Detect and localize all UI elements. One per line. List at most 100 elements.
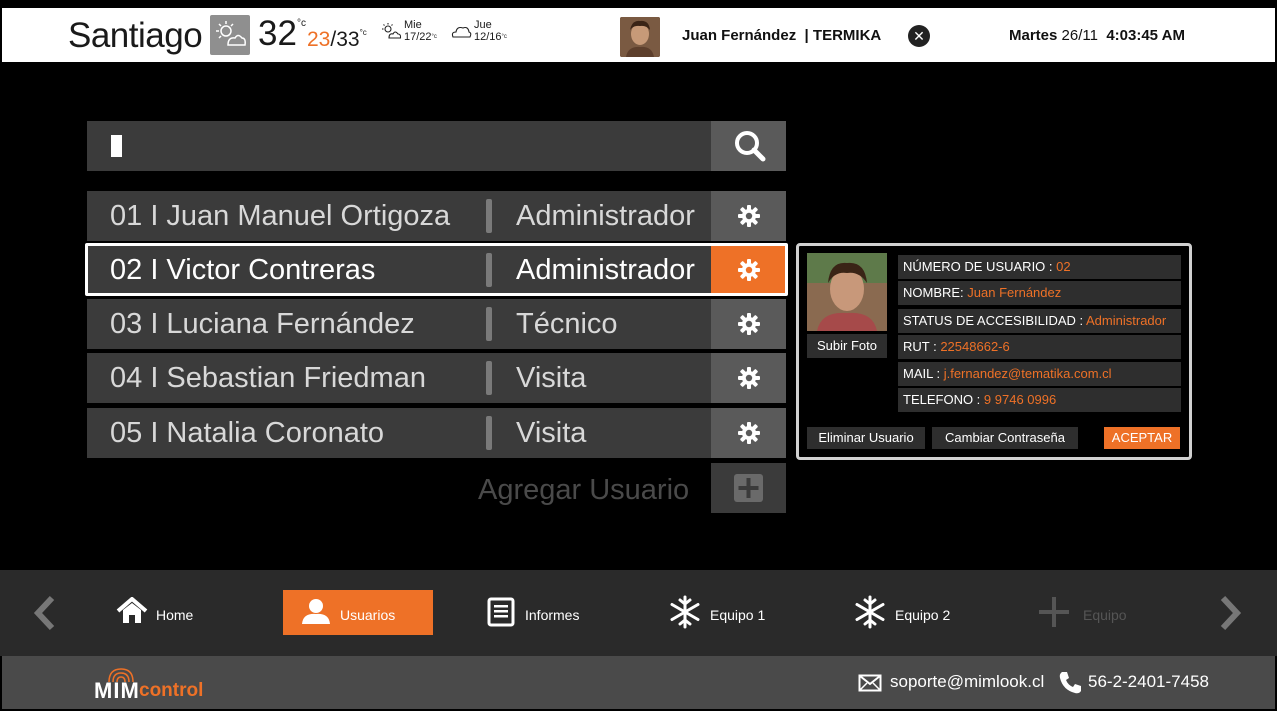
logo-mim: MIM [94,678,140,703]
user-row-label: 04 I Sebastian Friedman [110,362,426,394]
logged-user: Juan Fernández | TERMIKA [682,27,881,44]
user-row-role: Administrador [516,254,695,286]
logo-control: control [139,680,204,701]
field-user-number: NÚMERO DE USUARIO : 02 [898,255,1181,279]
brand-logo: MIM control [94,664,239,704]
user-row-05[interactable]: 05 I Natalia Coronato Visita [87,408,711,458]
add-user-button[interactable] [711,463,786,513]
cloud-icon [451,26,472,38]
date: 26/11 [1061,27,1098,44]
user-row-label: 03 I Luciana Fernández [110,308,415,340]
user-detail-panel: Subir Foto NÚMERO DE USUARIO : 02 NOMBRE… [796,243,1192,460]
plus-icon [734,474,763,502]
time: 4:03:45 AM [1106,27,1185,44]
change-password-button[interactable]: Cambiar Contraseña [932,427,1078,449]
gear-icon [738,422,760,444]
user-settings-button[interactable] [711,191,786,241]
snowflake-icon [855,595,885,629]
nav-label: Usuarios [340,607,396,623]
nav-label: Informes [525,607,580,623]
forecast-day-name: Mie [404,19,422,31]
nav-label: Home [156,607,194,623]
bottom-nav: Home Usuarios Informes Equipo 1 Equipo 2… [0,570,1277,656]
nav-equipment-1[interactable]: Equipo 1 [668,590,778,635]
divider [486,416,492,450]
forecast-range-value: 12/16 [474,31,502,43]
user-row-role: Técnico [516,308,618,340]
field-phone: TELEFONO : 9 9746 0996 [898,388,1181,412]
forecast-range-value: 17/22 [404,31,432,43]
nav-label: Equipo 1 [710,607,766,623]
close-icon[interactable]: ✕ [908,25,930,47]
gear-icon [738,367,760,389]
city-name: Santiago [68,16,203,55]
field-label: NOMBRE: [903,285,968,300]
day-label: Martes [1009,27,1058,44]
user-row-role: Administrador [516,200,695,232]
nav-reports[interactable]: Informes [484,590,594,635]
temperature-unit: °c [297,18,306,29]
user-row-04[interactable]: 04 I Sebastian Friedman Visita [87,353,711,403]
home-icon [116,597,148,623]
search-icon [735,131,766,162]
chevron-right-icon[interactable] [1215,594,1245,632]
field-label: TELEFONO : [903,392,984,407]
user-settings-button[interactable] [711,245,786,295]
user-settings-button[interactable] [711,353,786,403]
field-value: j.fernandez@tematika.com.cl [943,366,1112,381]
divider [486,253,492,287]
forecast-range: 17/22°c [404,32,437,43]
company-name: | TERMIKA [804,27,882,44]
user-row-03[interactable]: 03 I Luciana Fernández Técnico [87,299,711,349]
search-input[interactable] [87,121,711,171]
temperature-range-unit: °c [359,28,367,37]
current-temperature: 32 [258,14,297,53]
field-value: Juan Fernández [967,285,1062,300]
user-row-02[interactable]: 02 I Victor Contreras Administrador [87,245,711,295]
search-button[interactable] [711,121,786,171]
divider [486,307,492,341]
nav-home[interactable]: Home [108,590,218,635]
field-mail: MAIL : j.fernandez@tematika.com.cl [898,362,1181,386]
nav-users[interactable]: Usuarios [283,590,433,635]
field-label: RUT : [903,339,941,354]
sun-cloud-icon [210,15,250,55]
gear-icon [738,313,760,335]
field-value: Administrador [1086,313,1167,328]
user-row-01[interactable]: 01 I Juan Manuel Ortigoza Administrador [87,191,711,241]
document-icon [487,597,515,627]
user-settings-button[interactable] [711,408,786,458]
user-row-role: Visita [516,417,587,449]
field-value: 9 9746 0996 [983,392,1057,407]
mail-icon [858,674,882,692]
accept-button[interactable]: ACEPTAR [1104,427,1180,449]
plus-icon [1039,597,1069,627]
nav-add-equipment[interactable]: Equipo [1037,590,1137,635]
divider [486,361,492,395]
field-value: 02 [1056,259,1071,274]
text-cursor [111,135,122,157]
divider [486,199,492,233]
phone-icon [1059,672,1081,694]
user-row-label: 02 I Victor Contreras [110,254,376,286]
field-label: MAIL : [903,366,944,381]
delete-user-button[interactable]: Eliminar Usuario [807,427,925,449]
gear-icon [738,205,760,227]
support-phone[interactable]: 56-2-2401-7458 [1088,672,1209,692]
user-row-role: Visita [516,362,587,394]
avatar[interactable] [620,17,660,57]
upload-photo-button[interactable]: Subir Foto [807,334,887,358]
nav-label: Equipo [1083,607,1127,623]
support-email[interactable]: soporte@mimlook.cl [890,672,1044,692]
user-name: Juan Fernández [682,27,797,44]
add-user-label[interactable]: Agregar Usuario [478,474,689,507]
top-bar: Santiago 32 °c 23/33°c Mie 17/22°c Jue 1… [2,8,1275,62]
nav-equipment-2[interactable]: Equipo 2 [853,590,963,635]
forecast-range: 12/16°c [474,32,507,43]
user-row-label: 05 I Natalia Coronato [110,417,385,449]
date-time: Martes 26/11 4:03:45 AM [1009,27,1185,44]
chevron-left-icon[interactable] [30,594,60,632]
temperature-range: 23/33°c [307,28,367,51]
user-icon [302,599,330,624]
user-settings-button[interactable] [711,299,786,349]
